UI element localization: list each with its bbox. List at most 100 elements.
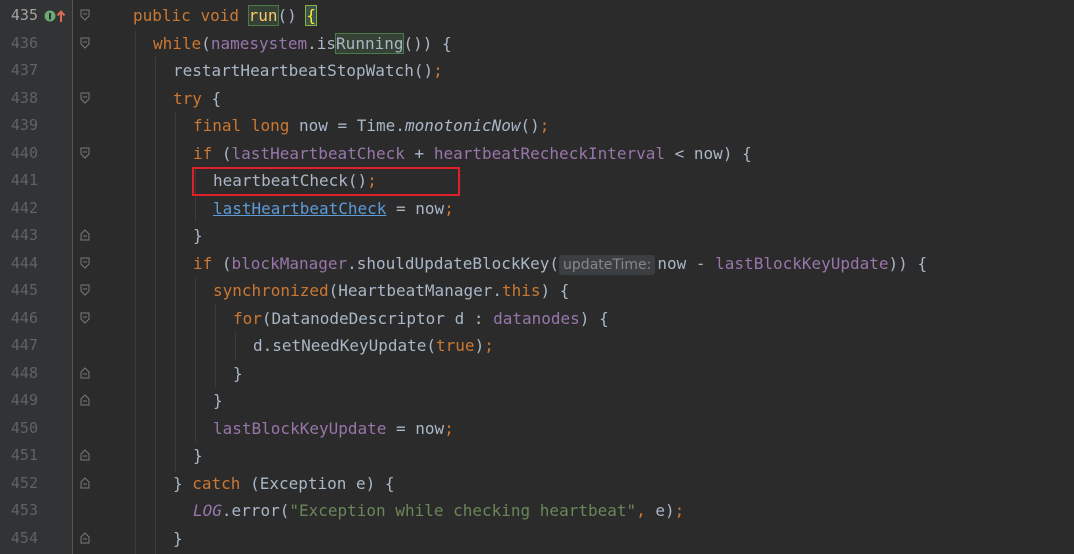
indent-guide [215,304,216,387]
fold-end-icon[interactable] [80,394,90,406]
code-text: } [233,363,243,383]
keyword: long [250,116,290,135]
code-text: < now) { [665,143,752,163]
line-number: 453 [10,501,38,519]
matched-brace: { [305,5,318,26]
field-ref: lastBlockKeyUpdate [213,418,387,438]
code-line[interactable]: if (lastHeartbeatCheck + heartbeatRechec… [193,140,1074,168]
implementation-override-icon[interactable]: I [44,9,68,23]
fold-icon[interactable] [80,9,90,21]
indent-guide [175,112,176,472]
method-name: run [247,5,279,26]
code-text: (Exception e) { [240,473,395,493]
indent-guide [135,30,136,554]
line-number: 444 [10,253,38,272]
code-text: } [213,391,223,410]
code-text: ) [474,336,485,355]
keyword: while [153,33,202,53]
code-line[interactable]: } catch (Exception e) { [173,470,1074,498]
keyword: final [193,116,242,135]
keyword: if [193,253,213,273]
code-line[interactable]: lastBlockKeyUpdate = now; [213,415,1074,443]
code-text: )) { [888,253,928,273]
code-line[interactable]: if (blockManager.shouldUpdateBlockKey(up… [193,250,1074,278]
fold-end-icon[interactable] [80,531,90,544]
line-number: 439 [10,116,38,134]
line-number: 448 [10,363,38,382]
code-line[interactable]: } [233,360,1074,388]
line-number: 449 [10,391,38,409]
code-line[interactable]: final long now = Time.monotonicNow(); [193,112,1074,140]
semicolon: ; [539,116,550,135]
code-text: ) { [540,281,570,300]
code-line[interactable]: restartHeartbeatStopWatch(); [173,57,1074,85]
fold-end-icon[interactable] [80,229,90,241]
fold-end-icon[interactable] [80,476,90,489]
code-line[interactable]: while(namesystem.isRunning()) { [153,30,1074,58]
field-link[interactable]: lastHeartbeatCheck [213,199,386,218]
indent-guide [195,277,196,442]
line-number: 451 [10,446,38,464]
line-number: 446 [10,308,38,327]
code-text: (HeartbeatManager. [328,281,502,300]
code-text: = now [386,418,445,438]
field-ref: heartbeatRecheckInterval [433,143,666,163]
comma: , [636,501,656,520]
fold-icon[interactable] [80,312,90,324]
code-line[interactable]: for(DatanodeDescriptor d : datanodes) { [233,305,1074,333]
code-text: e) [655,501,675,520]
code-line[interactable]: } [173,525,1074,553]
fold-end-icon[interactable] [80,449,90,461]
line-number: 435 [10,6,38,24]
code-text: } [173,473,193,493]
keyword: try [173,88,202,108]
fold-end-icon[interactable] [80,366,90,379]
keyword: for [233,308,262,328]
fold-icon[interactable] [80,37,90,49]
fold-icon[interactable] [80,284,90,296]
code-text: } [173,528,183,548]
code-text: .shouldUpdateBlockKey( [347,253,560,273]
keyword: void [200,6,239,25]
code-text: (DatanodeDescriptor d : [261,308,494,328]
indent-guide [235,332,236,360]
indent-guide [155,57,156,554]
semicolon: ; [433,61,443,80]
keyword: if [193,143,213,163]
code-text: .error( [221,501,290,520]
keyword: this [501,281,541,300]
field-ref: lastBlockKeyUpdate [715,253,889,273]
line-number: 441 [10,171,38,189]
semicolon: ; [444,198,454,218]
line-number: 452 [10,473,38,492]
keyword: synchronized [213,281,329,300]
fold-icon[interactable] [80,147,90,159]
line-number: 443 [10,226,38,244]
code-line[interactable]: } [193,222,1074,250]
field-ref: lastHeartbeatCheck [231,143,405,163]
line-number: 454 [10,528,38,547]
code-line[interactable]: } [213,387,1074,415]
code-text: () [520,116,540,135]
usage-highlight: Running [335,32,405,54]
code-text: { [201,88,222,108]
code-line[interactable]: d.setNeedKeyUpdate(true); [253,332,1074,360]
code-text: ()) { [403,33,452,53]
fold-icon[interactable] [80,257,90,269]
fold-icon[interactable] [80,92,90,104]
code-line[interactable]: lastHeartbeatCheck = now; [213,195,1074,223]
line-number: 445 [10,281,38,299]
field-ref: namesystem [210,33,308,53]
code-line[interactable]: synchronized(HeartbeatManager.this) { [213,277,1074,305]
code-text: () [277,6,307,25]
code-text: } [193,226,203,245]
line-number: 438 [10,88,38,107]
code-line[interactable]: try { [173,85,1074,113]
code-line[interactable]: public void run() { [133,2,1074,30]
code-text: ( [201,33,211,53]
code-line[interactable]: LOG.error("Exception while checking hear… [193,497,1074,525]
line-number: 450 [10,418,38,437]
code-line[interactable]: } [193,442,1074,470]
semicolon: ; [484,336,494,355]
line-number: 447 [10,336,38,354]
